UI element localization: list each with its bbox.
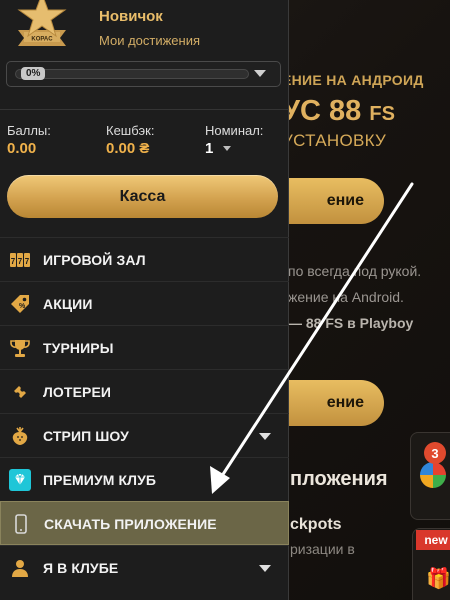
progress-track: [15, 69, 249, 79]
menu-item-label: СКАЧАТЬ ПРИЛОЖЕНИЕ: [44, 516, 217, 532]
cashier-button[interactable]: Касса: [7, 175, 278, 218]
jackpots-subtitle: ризации в: [290, 541, 355, 557]
achievements-link[interactable]: Мои достижения: [99, 33, 200, 48]
menu-item-tournaments[interactable]: ТУРНИРЫ: [0, 325, 289, 369]
menu-item-game-hall[interactable]: 777 ИГРОВОЙ ЗАЛ: [0, 237, 289, 281]
user-icon: [9, 557, 31, 579]
points-label: Баллы:: [7, 123, 51, 138]
chevron-down-icon[interactable]: [254, 70, 266, 77]
apps-section-title: пложения: [290, 468, 388, 490]
promo-title-suffix: FS: [369, 103, 395, 125]
menu-item-lotteries[interactable]: ЛОТЕРЕИ: [0, 369, 289, 413]
nominal-select[interactable]: 1: [205, 140, 213, 157]
menu-item-label: АКЦИИ: [43, 296, 93, 312]
menu-item-premium-club[interactable]: ПРЕМИУМ КЛУБ: [0, 457, 289, 501]
strawberry-icon: [9, 425, 31, 447]
promo-text-line-3: — 88 FS в Playboy: [288, 315, 414, 331]
promo-text-line-1: по всегда под рукой.: [288, 263, 422, 279]
main-menu: 777 ИГРОВОЙ ЗАЛ % АКЦИИ ТУРНИРЫ ЛОТЕРЕИ: [0, 237, 289, 589]
ticket-icon: [9, 381, 31, 403]
svg-text:7: 7: [25, 257, 30, 266]
chevron-down-icon[interactable]: [259, 565, 271, 572]
side-drawer: KOPAC Новичок Мои достижения 0% Баллы: 0…: [0, 0, 289, 600]
chip-icon: [420, 462, 446, 488]
tag-icon: %: [9, 293, 31, 315]
menu-item-label: СТРИП ШОУ: [43, 428, 129, 444]
diamond-icon: [9, 469, 31, 491]
phone-icon: [10, 513, 32, 535]
chevron-down-icon[interactable]: [223, 146, 231, 151]
promo-line: УСТАНОВКУ: [282, 131, 387, 150]
chevron-down-icon[interactable]: [259, 433, 271, 440]
svg-text:KOPAC: KOPAC: [31, 37, 53, 43]
menu-item-download-app[interactable]: СКАЧАТЬ ПРИЛОЖЕНИЕ: [0, 501, 289, 545]
menu-item-label: Я В КЛУБЕ: [43, 560, 119, 576]
count-badge: 3: [424, 442, 446, 464]
svg-text:7: 7: [11, 257, 16, 266]
jackpots-title: ckpots: [290, 516, 342, 533]
nominal-label: Номинал:: [205, 123, 264, 138]
new-badge: new: [416, 530, 450, 550]
profile-header: KOPAC Новичок Мои достижения 0%: [0, 0, 289, 110]
level-progress[interactable]: 0%: [6, 61, 281, 87]
promo-title-text: УС 88: [282, 95, 362, 127]
gift-icon: 🎁: [426, 568, 450, 590]
balance-stats: Баллы: 0.00 Кешбэк: 0.00 ₴ Номинал: 1: [0, 110, 289, 170]
user-rank-name: Новичок: [99, 8, 163, 25]
svg-text:7: 7: [18, 257, 23, 266]
progress-label: 0%: [21, 67, 46, 80]
menu-item-promotions[interactable]: % АКЦИИ: [0, 281, 289, 325]
cashback-label: Кешбэк:: [106, 123, 155, 138]
trophy-icon: [9, 337, 31, 359]
cashback-value: 0.00 ₴: [106, 140, 150, 157]
rank-star-icon: KOPAC: [17, 0, 67, 46]
slots-icon: 777: [9, 249, 31, 271]
menu-item-label: ТУРНИРЫ: [43, 340, 114, 356]
menu-item-label: ИГРОВОЙ ЗАЛ: [43, 252, 146, 268]
promo-title: УС 88 FS: [282, 95, 395, 128]
promo-subtitle: ЕНИЕ НА АНДРОИД: [282, 72, 424, 88]
menu-item-label: ЛОТЕРЕИ: [43, 384, 112, 400]
menu-item-strip-show[interactable]: СТРИП ШОУ: [0, 413, 289, 457]
menu-item-in-club[interactable]: Я В КЛУБЕ: [0, 545, 289, 589]
promo-text-line-2: жение на Android.: [288, 289, 404, 305]
svg-text:%: %: [19, 303, 26, 310]
menu-item-label: ПРЕМИУМ КЛУБ: [43, 472, 157, 488]
points-value: 0.00: [7, 140, 37, 157]
